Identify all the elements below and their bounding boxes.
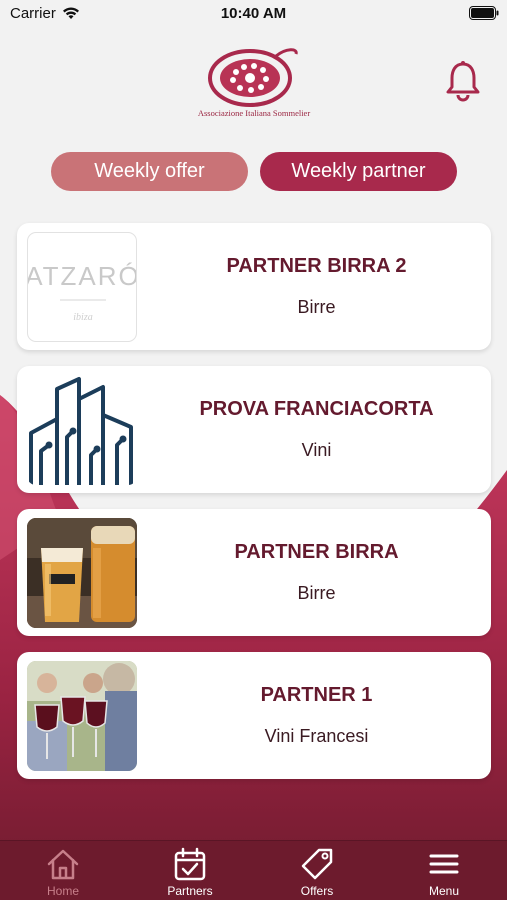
tabbar-offers[interactable]: Offers [254,841,380,900]
tag-icon [301,848,333,880]
partner-category: Birre [297,297,336,317]
logo-text: Associazione Italiana Sommelier [197,108,311,118]
tabbar-partners[interactable]: Partners [127,841,253,900]
partner-image-city [27,375,137,485]
tabbar-partners-label: Partners [167,884,213,898]
segment-tabs: Weekly offer Weekly partner [0,152,507,192]
tab-weekly-partner-label: Weekly partner [291,160,426,182]
partner-image-atzaro: ATZARÓ ibiza [27,232,137,342]
battery-icon [469,6,499,20]
partner-name: PARTNER BIRRA 2 [226,255,407,277]
partner-card[interactable]: ATZARÓ ibiza PARTNER BIRRA 2 Birre [17,223,491,350]
atzaro-logo: ATZARÓ ibiza [28,261,137,323]
tabbar-menu[interactable]: Menu [381,841,507,900]
partner-name: PROVA FRANCIACORTA [199,398,434,420]
atzaro-logo-subtext: ibiza [73,312,92,323]
home-icon [47,849,79,880]
calendar-check-icon [174,847,206,881]
tab-weekly-offer[interactable]: Weekly offer [51,152,248,191]
partner-image-beer [27,518,137,628]
partner-card-body: PARTNER BIRRA Birre [152,509,481,636]
partner-card[interactable]: PARTNER 1 Vini Francesi [17,652,491,779]
partner-card-body: PROVA FRANCIACORTA Vini [152,366,481,493]
bell-icon[interactable] [444,60,482,102]
tabbar-home[interactable]: Home [0,841,126,900]
partner-card[interactable]: PARTNER BIRRA Birre [17,509,491,636]
wine-toast-photo [27,661,137,771]
atzaro-logo-text: ATZARÓ [28,261,137,291]
clock: 10:40 AM [220,5,287,22]
partner-card[interactable]: PROVA FRANCIACORTA Vini [17,366,491,493]
tabbar-offers-label: Offers [300,884,334,898]
partner-category: Vini Francesi [264,726,369,746]
city-circuit-logo [29,377,133,485]
partner-name: PARTNER BIRRA [234,541,399,563]
tab-weekly-partner[interactable]: Weekly partner [260,152,457,191]
status-bar: Carrier 10:40 AM [0,0,507,28]
bottom-tab-bar: Home Partners Offers Menu [0,840,507,900]
partner-category: Vini [301,440,332,460]
tabbar-home-label: Home [46,884,79,898]
tabbar-menu-label: Menu [428,884,460,898]
partner-card-body: PARTNER 1 Vini Francesi [152,652,481,779]
header: Associazione Italiana Sommelier [0,40,507,130]
tab-weekly-offer-label: Weekly offer [94,160,205,182]
partner-name: PARTNER 1 [260,684,373,706]
hamburger-icon [429,854,459,874]
partner-image-wine [27,661,137,771]
partner-category: Birre [297,583,336,603]
beer-glass-photo [27,518,137,628]
partner-card-body: PARTNER BIRRA 2 Birre [152,223,481,350]
